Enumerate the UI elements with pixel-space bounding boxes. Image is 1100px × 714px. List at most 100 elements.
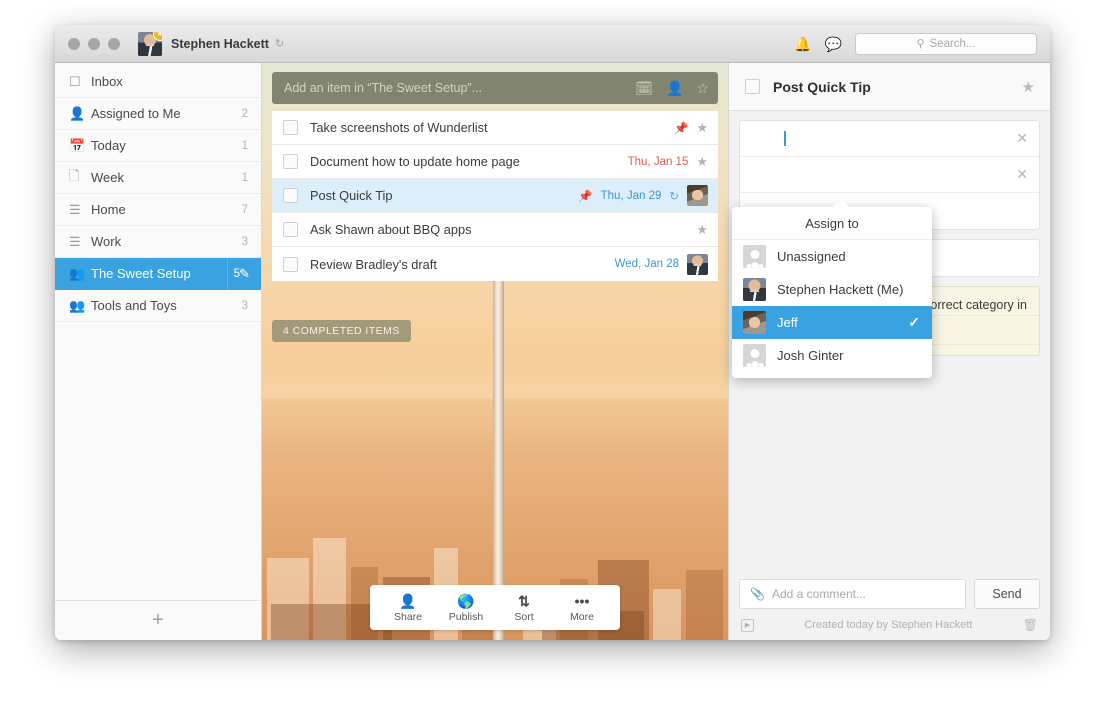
detail-row-due-date[interactable]: ✕	[740, 157, 1039, 193]
text-cursor	[784, 131, 786, 146]
detail-task-title[interactable]: Post Quick Tip	[773, 79, 1022, 95]
assign-option-unassigned[interactable]: Unassigned	[732, 240, 932, 273]
share-label: Share	[393, 610, 423, 623]
chat-bubble-icon[interactable]: 💬	[825, 37, 842, 51]
sidebar-item-the-sweet-setup[interactable]: 👥 The Sweet Setup 5 ✎	[55, 258, 261, 290]
assignee-avatar	[750, 128, 772, 150]
task-assignee-avatar[interactable]	[687, 185, 708, 206]
sidebar-item-label: Home	[91, 202, 126, 217]
task-row[interactable]: Post Quick Tip 📌 Thu, Jan 29 ↻	[272, 179, 718, 213]
comment-input[interactable]: 📎 Add a comment...	[739, 579, 966, 609]
add-item-placeholder: Add an item in “The Sweet Setup”...	[284, 81, 483, 95]
sidebar-item-week[interactable]: 🗋 Week 1	[55, 162, 261, 194]
pin-icon[interactable]: 📌	[578, 189, 592, 203]
share-person-icon: 👤	[399, 592, 417, 609]
sort-button[interactable]: ⇅ Sort	[498, 593, 550, 623]
publish-button[interactable]: 🌎 Publish	[440, 593, 492, 623]
assign-to-popover: Assign to Unassigned Stephen Hackett (Me)…	[732, 199, 932, 378]
sync-icon[interactable]: ↻	[275, 37, 284, 50]
sidebar-item-home[interactable]: ☰ Home 7	[55, 194, 261, 226]
sidebar-item-tools-and-toys[interactable]: 👥 Tools and Toys 3	[55, 290, 261, 322]
sidebar-item-inbox[interactable]: ☐ Inbox	[55, 66, 261, 98]
task-star-icon[interactable]: ★	[696, 154, 708, 170]
remove-due-date-icon[interactable]: ✕	[1016, 166, 1028, 183]
sidebar-item-today[interactable]: 📅 Today 1	[55, 130, 261, 162]
sidebar-item-assigned-to-me[interactable]: 👤 Assigned to Me 2	[55, 98, 261, 130]
remove-assignee-icon[interactable]: ✕	[1016, 130, 1028, 147]
recurring-icon[interactable]: ↻	[669, 189, 679, 203]
detail-created-label: Created today by Stephen Hackett	[804, 619, 973, 631]
task-due-date[interactable]: Thu, Jan 29	[601, 190, 662, 202]
task-checkbox[interactable]	[283, 222, 298, 237]
assign-option-jeff[interactable]: Jeff ✓	[732, 306, 932, 339]
task-meta-group: 📌 ★	[674, 120, 708, 136]
publish-label: Publish	[448, 610, 484, 623]
add-item-input[interactable]: Add an item in “The Sweet Setup”... 🗓 👤 …	[272, 72, 718, 104]
task-row[interactable]: Take screenshots of Wunderlist 📌 ★	[272, 111, 718, 145]
task-due-date[interactable]: Thu, Jan 15	[628, 156, 689, 168]
task-checkbox[interactable]	[283, 188, 298, 203]
completed-items-badge[interactable]: 4 COMPLETED ITEMS	[272, 320, 411, 342]
star-icon[interactable]: ☆	[696, 80, 709, 97]
minimize-window-button[interactable]	[88, 37, 100, 50]
notifications-bell-icon[interactable]: 🔔	[794, 37, 811, 51]
user-name-label: Stephen Hackett	[171, 36, 269, 51]
tv-tower-shaft	[493, 224, 505, 640]
sidebar-item-count: 1	[241, 171, 248, 184]
inbox-icon: ☐	[69, 73, 81, 89]
paperclip-icon[interactable]: 📎	[750, 587, 765, 601]
activity-toggle-icon[interactable]: ▶	[741, 618, 754, 632]
task-checkbox[interactable]	[283, 256, 298, 272]
calendar-icon[interactable]: 🗓	[635, 80, 653, 97]
assign-person-icon[interactable]: 👤	[666, 80, 683, 97]
add-list-label: +	[152, 609, 164, 631]
maximize-window-button[interactable]	[108, 37, 120, 50]
task-row[interactable]: Ask Shawn about BBQ apps ★	[272, 213, 718, 247]
sidebar-item-label: Week	[91, 170, 124, 185]
assign-popover-list: Unassigned Stephen Hackett (Me) Jeff ✓ Josh …	[732, 240, 932, 372]
detail-star-icon[interactable]: ★	[1022, 78, 1035, 96]
window-controls[interactable]	[68, 37, 120, 50]
sidebar-item-count: 2	[241, 107, 248, 120]
sidebar-item-work[interactable]: ☰ Work 3	[55, 226, 261, 258]
detail-meta-row: ▶ Created today by Stephen Hackett 🗑	[739, 618, 1040, 632]
assign-option-avatar	[743, 344, 766, 367]
assign-option-label: Stephen Hackett (Me)	[777, 282, 904, 297]
more-button[interactable]: ••• More	[556, 593, 608, 623]
sort-az-icon: ⇅	[518, 592, 530, 609]
detail-row-assignee[interactable]: ✕	[740, 121, 1039, 157]
task-meta-group: 📌 Thu, Jan 29 ↻	[578, 185, 708, 206]
task-title: Take screenshots of Wunderlist	[310, 120, 488, 135]
send-comment-button[interactable]: Send	[974, 579, 1040, 609]
task-assignee-avatar[interactable]	[687, 253, 708, 275]
pin-icon[interactable]: 📌	[674, 121, 688, 135]
edit-list-icon[interactable]: ✎	[227, 258, 261, 290]
task-star-icon[interactable]: ★	[696, 120, 708, 136]
assign-option-stephen-hackett-me-[interactable]: Stephen Hackett (Me)	[732, 273, 932, 306]
task-star-icon[interactable]: ★	[696, 222, 708, 238]
sidebar-item-label: Today	[91, 138, 126, 153]
assign-option-label: Josh Ginter	[777, 348, 844, 363]
user-account-block[interactable]: ★ Stephen Hackett ↻	[138, 31, 284, 56]
sidebar-item-count: 1	[241, 139, 248, 152]
detail-complete-checkbox[interactable]	[745, 79, 760, 94]
task-checkbox[interactable]	[283, 154, 298, 169]
add-list-button[interactable]: +	[55, 600, 261, 640]
task-due-date[interactable]: Wed, Jan 28	[615, 258, 679, 270]
week-icon: 🗋	[69, 167, 80, 183]
window-titlebar: ★ Stephen Hackett ↻ 🔔 💬 ⚲ Search...	[55, 25, 1050, 63]
delete-task-icon[interactable]: 🗑	[1023, 618, 1038, 632]
task-row[interactable]: Document how to update home page Thu, Jan…	[272, 145, 718, 179]
send-label: Send	[992, 587, 1022, 601]
assign-option-avatar	[743, 311, 766, 334]
close-window-button[interactable]	[68, 37, 80, 50]
more-label: More	[570, 610, 594, 623]
comment-placeholder: Add a comment...	[771, 587, 866, 601]
share-button[interactable]: 👤 Share	[382, 593, 434, 623]
search-input[interactable]: ⚲ Search...	[855, 32, 1037, 55]
list-bottom-toolbar: 👤 Share 🌎 Publish ⇅ Sort ••• More	[370, 585, 620, 630]
task-checkbox[interactable]	[283, 120, 298, 135]
task-row[interactable]: Review Bradley's draft Wed, Jan 28	[272, 247, 718, 281]
assign-option-josh-ginter[interactable]: Josh Ginter	[732, 339, 932, 372]
sidebar-list: ☐ Inbox 👤 Assigned to Me 2 📅 Today 1 🗋 Week 1 ☰ Home…	[55, 63, 261, 600]
